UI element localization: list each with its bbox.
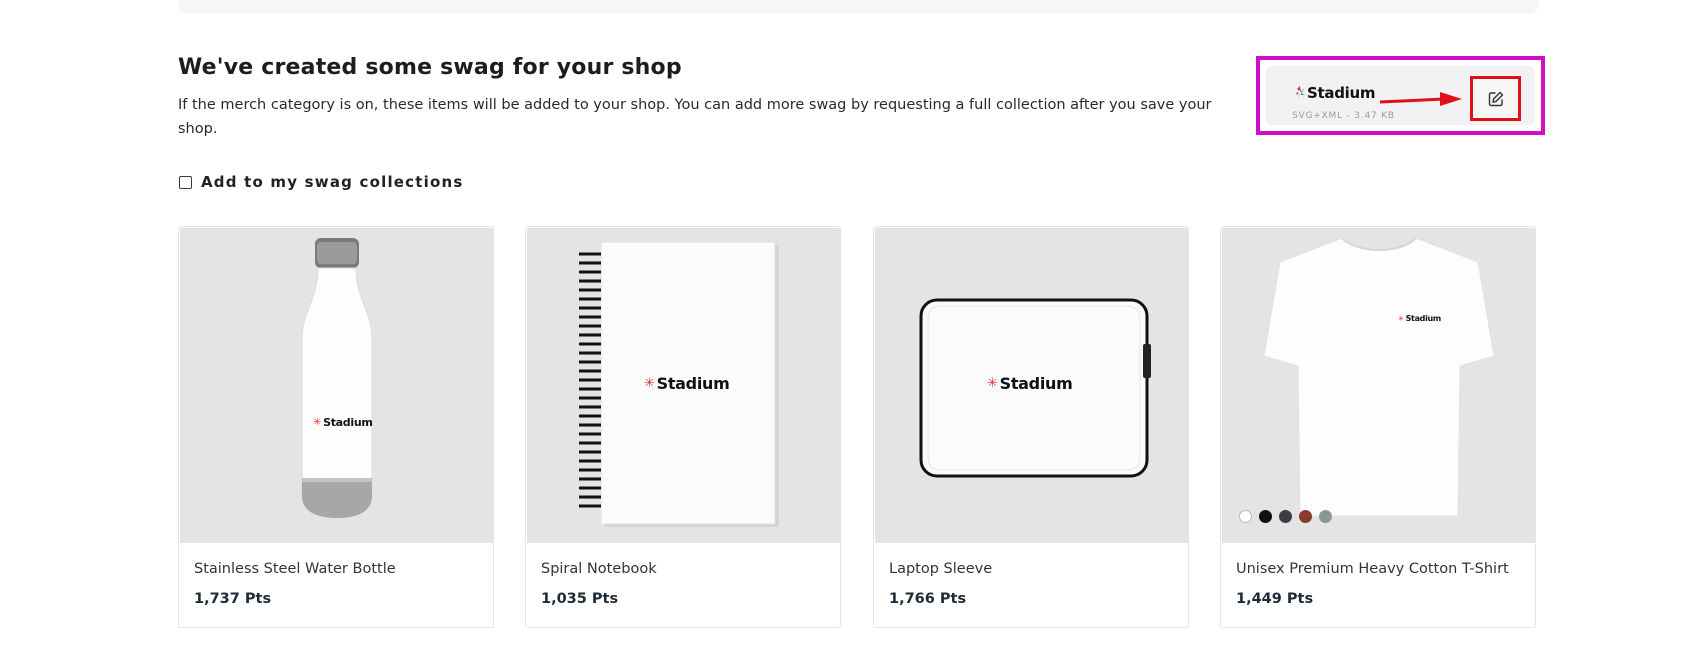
- section-description: If the merch category is on, these items…: [178, 97, 1212, 137]
- add-to-swag-collections-checkbox[interactable]: [179, 175, 192, 189]
- stadium-logo-icon: ✳: [987, 376, 998, 391]
- product-image: ✳ Stadium: [180, 228, 493, 543]
- product-card-spiral-notebook[interactable]: ✳ Stadium Spiral Notebook 1,035 Pts: [525, 226, 841, 628]
- product-brand-print: ✳ Stadium: [1398, 314, 1441, 323]
- swatch-dark-grey[interactable]: [1279, 510, 1292, 523]
- product-price: 1,766 Pts: [889, 591, 967, 607]
- t-shirt-image: [1263, 237, 1495, 517]
- add-to-swag-collections-checkbox-row[interactable]: Add to my swag collections: [179, 173, 463, 191]
- edit-logo-button[interactable]: [1470, 76, 1521, 121]
- product-brand-print: ✳ Stadium: [987, 374, 1073, 393]
- annotation-arrow: [1379, 92, 1462, 106]
- product-brand-print: ✳ Stadium: [313, 416, 373, 429]
- section-heading: We've created some swag for your shop: [178, 55, 682, 80]
- product-image: ✳ Stadium: [1222, 228, 1535, 543]
- product-name: Laptop Sleeve: [889, 561, 993, 577]
- logo-file-meta: SVG+XML - 3.47 KB: [1292, 111, 1395, 121]
- product-name: Unisex Premium Heavy Cotton T-Shirt: [1236, 561, 1509, 577]
- product-name: Stainless Steel Water Bottle: [194, 561, 396, 577]
- product-price: 1,035 Pts: [541, 591, 619, 607]
- stadium-logo-icon: ✳: [1398, 314, 1404, 323]
- product-price: 1,737 Pts: [194, 591, 272, 607]
- logo-brand-name: Stadium: [1307, 84, 1376, 102]
- previous-section-panel: [178, 0, 1539, 14]
- stadium-logo-icon: [1296, 86, 1305, 99]
- stadium-logo-icon: ✳: [313, 417, 322, 428]
- swatch-brown[interactable]: [1299, 510, 1312, 523]
- logo-preview: Stadium: [1296, 84, 1375, 102]
- product-card-water-bottle[interactable]: ✳ Stadium Stainless Steel Water Bottle 1…: [178, 226, 494, 628]
- product-card-laptop-sleeve[interactable]: ✳ Stadium Laptop Sleeve 1,766 Pts: [873, 226, 1189, 628]
- product-brand-print: ✳ Stadium: [644, 374, 730, 393]
- product-image: ✳ Stadium: [527, 228, 840, 543]
- product-image: ✳ Stadium: [875, 228, 1188, 543]
- water-bottle-image: [301, 238, 373, 518]
- swatch-black[interactable]: [1259, 510, 1272, 523]
- stadium-logo-icon: ✳: [644, 376, 655, 391]
- product-card-t-shirt[interactable]: ✳ Stadium Unisex Premium Heavy Cotton T-…: [1220, 226, 1536, 628]
- color-swatches: [1239, 510, 1332, 523]
- edit-icon: [1488, 91, 1503, 106]
- checkbox-label: Add to my swag collections: [201, 173, 464, 191]
- swatch-sage[interactable]: [1319, 510, 1332, 523]
- product-price: 1,449 Pts: [1236, 591, 1314, 607]
- product-name: Spiral Notebook: [541, 561, 657, 577]
- swatch-white[interactable]: [1239, 510, 1252, 523]
